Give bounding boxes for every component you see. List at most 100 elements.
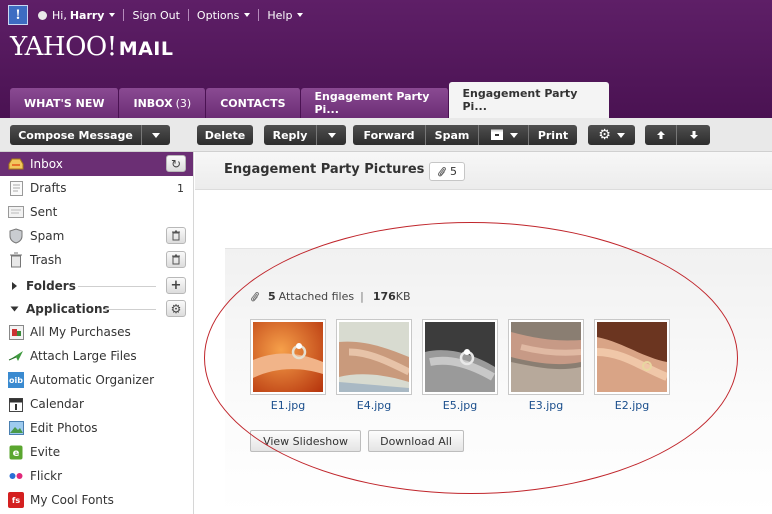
tab-message-1[interactable]: Engagement Party Pi... xyxy=(300,88,449,118)
sidebar-item-sent[interactable]: Sent xyxy=(0,200,193,224)
reply-dropdown-button[interactable] xyxy=(317,125,346,145)
chevron-down-icon xyxy=(10,306,19,312)
attachment-thumbnail[interactable] xyxy=(594,319,670,395)
folder-move-icon xyxy=(490,129,503,140)
attachment-filename[interactable]: E1.jpg xyxy=(250,399,326,412)
shield-icon xyxy=(8,228,24,244)
app-automatic-organizer[interactable]: oib Automatic Organizer xyxy=(0,368,193,392)
tab-inbox[interactable]: INBOX (3) xyxy=(119,88,207,118)
yahoo-mail-logo[interactable]: YAHOO! MAIL xyxy=(10,32,173,62)
yahoo-badge-icon[interactable]: ! xyxy=(8,5,28,25)
sidebar-item-label: Flickr xyxy=(30,469,63,483)
tab-contacts[interactable]: CONTACTS xyxy=(206,88,301,118)
summary-unit: KB xyxy=(395,290,411,303)
sidebar-item-label: Edit Photos xyxy=(30,421,98,435)
next-message-button[interactable] xyxy=(677,125,710,145)
refresh-button[interactable]: ↻ xyxy=(166,155,186,172)
gear-icon: ⚙ xyxy=(598,127,611,143)
drafts-icon xyxy=(8,180,24,196)
sidebar-item-inbox[interactable]: Inbox ↻ xyxy=(0,152,193,176)
attachment-thumbnail[interactable] xyxy=(508,319,584,395)
chevron-down-icon xyxy=(616,132,625,138)
gear-icon: ⚙ xyxy=(170,301,182,316)
settings-button[interactable]: ⚙ xyxy=(588,125,635,145)
attachment-thumbnail[interactable] xyxy=(422,319,498,395)
trash-icon xyxy=(172,230,180,241)
reply-button[interactable]: Reply xyxy=(264,125,317,145)
logo-mail: MAIL xyxy=(118,38,174,60)
empty-trash-button[interactable] xyxy=(166,251,186,268)
chevron-down-icon xyxy=(244,13,251,17)
summary-label: Attached files xyxy=(278,290,355,303)
paperclip-icon xyxy=(251,291,259,301)
app-all-my-purchases[interactable]: All My Purchases xyxy=(0,320,193,344)
attachment-filename[interactable]: E2.jpg xyxy=(594,399,670,412)
app-evite[interactable]: e Evite xyxy=(0,440,193,464)
subject-bar: Engagement Party Pictures 5 xyxy=(195,152,772,190)
attachment-filename[interactable]: E3.jpg xyxy=(508,399,584,412)
folders-label: Folders xyxy=(26,279,76,293)
app-edit-photos[interactable]: Edit Photos xyxy=(0,416,193,440)
svg-text:e: e xyxy=(13,448,20,459)
summary-separator: | xyxy=(360,290,364,303)
sidebar-item-spam[interactable]: Spam xyxy=(0,224,193,248)
message-toolbar: Compose Message Delete Reply Forward Spa… xyxy=(0,118,772,152)
attachment-thumbnail[interactable] xyxy=(336,319,412,395)
app-flickr[interactable]: Flickr xyxy=(0,464,193,488)
options-menu[interactable]: Options xyxy=(187,9,258,22)
inbox-icon xyxy=(8,156,24,172)
sidebar-item-label: Spam xyxy=(30,229,65,243)
sign-out-link[interactable]: Sign Out xyxy=(123,9,187,22)
photo-ring-bw xyxy=(425,322,495,392)
folders-section[interactable]: Folders + xyxy=(0,274,193,298)
app-calendar[interactable]: Calendar xyxy=(0,392,193,416)
attachment-count-badge[interactable]: 5 xyxy=(429,162,465,181)
delete-button[interactable]: Delete xyxy=(197,125,253,145)
app-attach-large-files[interactable]: Attach Large Files xyxy=(0,344,193,368)
attachment-filename[interactable]: E5.jpg xyxy=(422,399,498,412)
user-menu[interactable]: Hi, Harry xyxy=(52,8,123,22)
sidebar: Inbox ↻ Drafts 1 Sent Spam Trash Folders… xyxy=(0,152,194,514)
help-label: Help xyxy=(267,8,293,22)
trash-icon xyxy=(172,254,180,265)
spam-button[interactable]: Spam xyxy=(426,125,479,145)
paper-plane-icon xyxy=(8,348,24,364)
attachment-thumbnail[interactable] xyxy=(250,319,326,395)
empty-spam-button[interactable] xyxy=(166,227,186,244)
message-pane: Engagement Party Pictures 5 5 Attached f… xyxy=(195,152,772,514)
app-my-cool-fonts[interactable]: fs My Cool Fonts xyxy=(0,488,193,512)
previous-message-button[interactable] xyxy=(645,125,677,145)
top-bar: ! Hi, Harry Sign Out Options Help xyxy=(0,0,772,30)
print-button[interactable]: Print xyxy=(529,125,577,145)
forward-button[interactable]: Forward xyxy=(353,125,426,145)
summary-size: 176 xyxy=(372,290,396,303)
attachment-filename[interactable]: E4.jpg xyxy=(336,399,412,412)
tab-message-active[interactable]: Engagement Party Pi... xyxy=(448,82,609,118)
compose-dropdown-button[interactable] xyxy=(142,125,170,145)
sidebar-item-drafts[interactable]: Drafts 1 xyxy=(0,176,193,200)
compose-button[interactable]: Compose Message xyxy=(10,125,142,145)
sent-icon xyxy=(8,204,24,220)
add-folder-button[interactable]: + xyxy=(166,277,186,294)
plus-icon: + xyxy=(170,278,182,293)
arrow-down-icon xyxy=(689,131,698,139)
photo-hands xyxy=(339,322,411,392)
applications-settings-button[interactable]: ⚙ xyxy=(166,300,186,317)
move-button[interactable] xyxy=(479,125,529,145)
section-divider xyxy=(78,286,156,287)
view-slideshow-button[interactable]: View Slideshow xyxy=(250,430,361,452)
download-all-button[interactable]: Download All xyxy=(368,430,464,452)
photo-icon xyxy=(8,420,24,436)
photo-hands-ring xyxy=(596,322,669,392)
attachment-summary: 5 Attached files | 176 KB xyxy=(250,290,411,303)
photo-ring-hand xyxy=(253,322,323,392)
user-name: Harry xyxy=(69,8,105,22)
chevron-down-icon xyxy=(297,13,304,17)
applications-section[interactable]: Applications ⚙ xyxy=(0,297,193,321)
photo-couple-hands xyxy=(511,322,582,392)
tab-inbox-count: (3) xyxy=(175,96,192,110)
chevron-down-icon xyxy=(327,132,336,138)
help-menu[interactable]: Help xyxy=(258,8,311,22)
sidebar-item-trash[interactable]: Trash xyxy=(0,248,193,272)
tab-whats-new[interactable]: WHAT'S NEW xyxy=(10,88,120,118)
